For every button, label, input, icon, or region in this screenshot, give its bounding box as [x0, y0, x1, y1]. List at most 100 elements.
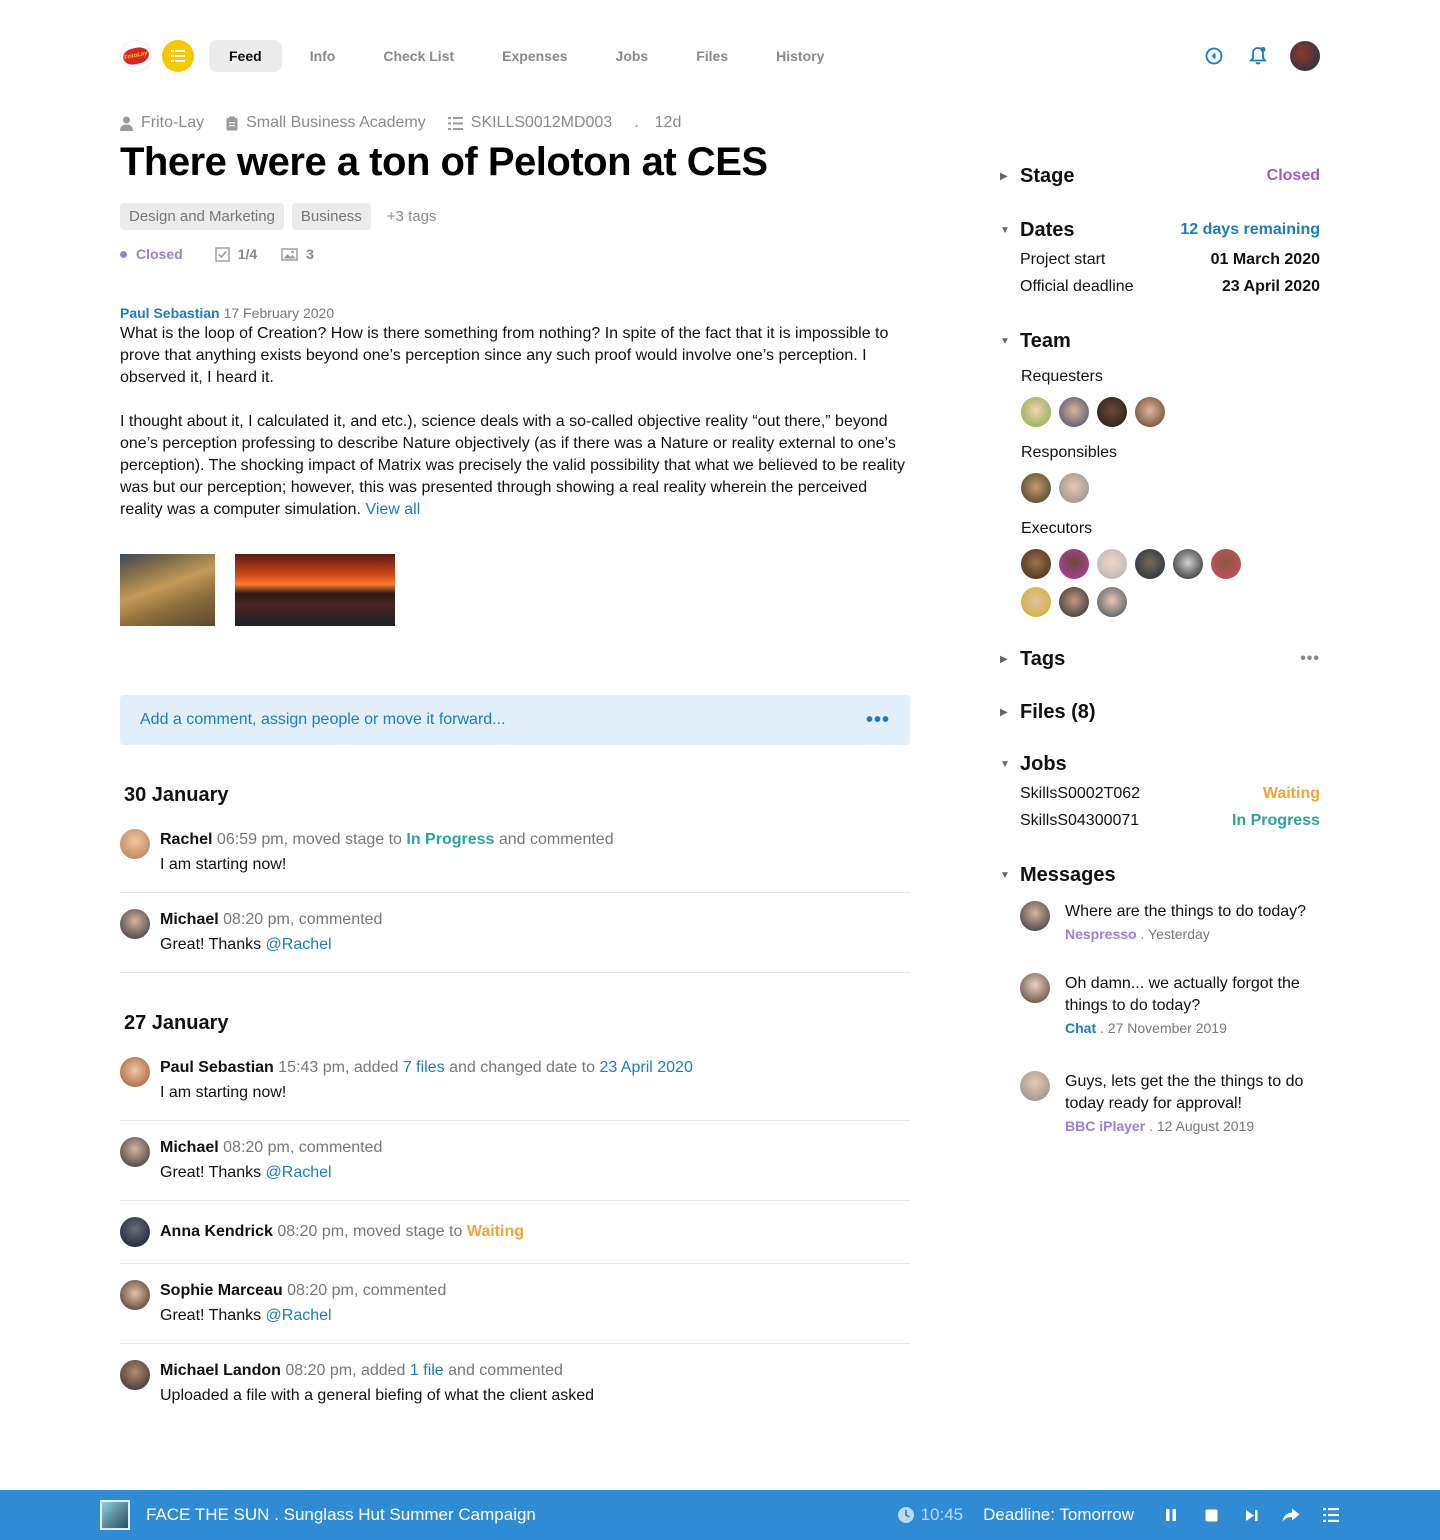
notification-bell-icon[interactable]	[1246, 44, 1270, 68]
attachment-thumbnail[interactable]	[235, 554, 395, 626]
avatar[interactable]	[120, 1057, 150, 1087]
task-list-icon[interactable]	[1322, 1506, 1340, 1524]
avatar[interactable]	[1021, 473, 1051, 503]
client-logo[interactable]: FritoLay	[120, 40, 152, 72]
message-source[interactable]: BBC iPlayer	[1065, 1118, 1145, 1134]
message-item[interactable]: Guys, lets get the the things to do toda…	[1020, 1071, 1320, 1134]
avatar[interactable]	[1059, 549, 1089, 579]
timer-bar: FACE THE SUN . Sunglass Hut Summer Campa…	[0, 1490, 1440, 1540]
tab-files[interactable]: Files	[676, 40, 748, 72]
avatar[interactable]	[120, 1360, 150, 1390]
messages-section[interactable]: ▼ Messages	[1000, 863, 1320, 887]
avatar[interactable]	[1059, 473, 1089, 503]
post-author[interactable]: Paul Sebastian	[120, 305, 220, 321]
avatar[interactable]	[1135, 549, 1165, 579]
activity-author[interactable]: Rachel	[160, 831, 212, 848]
list-icon[interactable]	[162, 40, 194, 72]
tag-pill[interactable]: Design and Marketing	[120, 203, 284, 230]
avatar[interactable]	[1135, 397, 1165, 427]
more-options-icon[interactable]: •••	[866, 709, 890, 732]
avatar[interactable]	[120, 1280, 150, 1310]
user-avatar[interactable]	[1290, 41, 1320, 71]
avatar[interactable]	[1173, 549, 1203, 579]
activity-author[interactable]: Anna Kendrick	[160, 1223, 273, 1240]
back-circle-icon[interactable]	[1202, 44, 1226, 68]
stage-link[interactable]: In Progress	[406, 831, 494, 848]
message-source[interactable]: Chat	[1065, 1020, 1096, 1036]
avatar[interactable]	[1021, 549, 1051, 579]
team-section[interactable]: ▼ Team	[1000, 329, 1320, 353]
page-title: There were a ton of Peloton at CES	[120, 140, 768, 184]
tab-check-list[interactable]: Check List	[363, 40, 474, 72]
checkbox-icon	[214, 246, 230, 262]
dates-section[interactable]: ▼ Dates 12 days remaining	[1000, 218, 1320, 242]
checklist-count[interactable]: 1/4	[214, 246, 257, 262]
avatar[interactable]	[1097, 587, 1127, 617]
files-link[interactable]: 7 files	[403, 1059, 445, 1076]
job-row[interactable]: SkillsS0002T062 Waiting	[1020, 785, 1320, 803]
more-options-icon[interactable]: •••	[1300, 650, 1320, 668]
campaign-thumbnail[interactable]	[100, 1500, 130, 1530]
pause-icon[interactable]	[1162, 1506, 1180, 1524]
avatar[interactable]	[1211, 549, 1241, 579]
project-age: 12d	[654, 114, 682, 131]
activity-author[interactable]: Michael Landon	[160, 1362, 281, 1379]
skip-next-icon[interactable]	[1242, 1506, 1260, 1524]
mention-link[interactable]: @Rachel	[266, 1164, 332, 1181]
clock-icon	[897, 1507, 914, 1523]
date-link[interactable]: 23 April 2020	[599, 1059, 692, 1076]
message-text: Where are the things to do today?	[1065, 903, 1307, 920]
more-tags-link[interactable]: +3 tags	[387, 208, 437, 225]
tab-history[interactable]: History	[756, 40, 844, 72]
activity-text: Uploaded a file with a general biefing o…	[160, 1387, 595, 1404]
project-meta-item[interactable]: Small Business Academy	[226, 114, 426, 132]
avatar[interactable]	[1021, 587, 1051, 617]
message-item[interactable]: Where are the things to do today? Nespre…	[1020, 901, 1320, 942]
message-source[interactable]: Nespresso	[1065, 926, 1137, 942]
avatar[interactable]	[1021, 397, 1051, 427]
main-post: Paul Sebastian 17 February 2020 What is t…	[120, 305, 910, 543]
avatar[interactable]	[1097, 397, 1127, 427]
day-heading: 27 January	[124, 1012, 229, 1034]
post-paragraph: I thought about it, I calculated it, and…	[120, 413, 905, 518]
tag-pill[interactable]: Business	[291, 203, 371, 230]
files-link[interactable]: 1 file	[410, 1362, 444, 1379]
mention-link[interactable]: @Rachel	[266, 936, 332, 953]
activity-author[interactable]: Paul Sebastian	[160, 1059, 274, 1076]
tab-expenses[interactable]: Expenses	[482, 40, 587, 72]
avatar[interactable]	[120, 829, 150, 859]
files-section[interactable]: ▶ Files (8)	[1000, 700, 1320, 724]
tab-jobs[interactable]: Jobs	[596, 40, 669, 72]
comment-input[interactable]: Add a comment, assign people or move it …	[120, 695, 910, 745]
clipboard-icon	[226, 116, 238, 130]
avatar[interactable]	[1059, 587, 1089, 617]
activity-author[interactable]: Michael	[160, 911, 219, 928]
job-row[interactable]: SkillsS04300071 In Progress	[1020, 812, 1320, 830]
activity-author[interactable]: Michael	[160, 1139, 219, 1156]
client-meta[interactable]: Frito-Lay	[120, 114, 204, 132]
status-row: Closed 1/4 3	[120, 246, 338, 262]
stop-icon[interactable]	[1202, 1506, 1220, 1524]
activity-author[interactable]: Sophie Marceau	[160, 1282, 283, 1299]
image-count[interactable]: 3	[281, 246, 314, 262]
stage-link[interactable]: Waiting	[467, 1223, 524, 1240]
attachment-thumbnail[interactable]	[120, 554, 215, 626]
avatar[interactable]	[1059, 397, 1089, 427]
avatar[interactable]	[120, 1217, 150, 1247]
tab-info[interactable]: Info	[290, 40, 356, 72]
activity-text: I am starting now!	[160, 1084, 287, 1101]
tags-section[interactable]: ▶ Tags •••	[1000, 647, 1320, 671]
tab-feed[interactable]: Feed	[209, 40, 282, 72]
jobs-section[interactable]: ▼ Jobs	[1000, 752, 1320, 776]
active-task-title[interactable]: FACE THE SUN . Sunglass Hut Summer Campa…	[146, 1505, 536, 1525]
avatar[interactable]	[1097, 549, 1127, 579]
avatar[interactable]	[120, 909, 150, 939]
forward-share-icon[interactable]	[1282, 1506, 1300, 1524]
avatar[interactable]	[120, 1137, 150, 1167]
message-item[interactable]: Oh damn... we actually forgot the things…	[1020, 973, 1320, 1036]
image-icon	[281, 247, 298, 261]
code-meta-item: SKILLS0012MD003	[447, 114, 612, 132]
view-all-link[interactable]: View all	[365, 501, 420, 518]
mention-link[interactable]: @Rachel	[266, 1307, 332, 1324]
stage-section[interactable]: ▶ Stage Closed	[1000, 164, 1320, 188]
